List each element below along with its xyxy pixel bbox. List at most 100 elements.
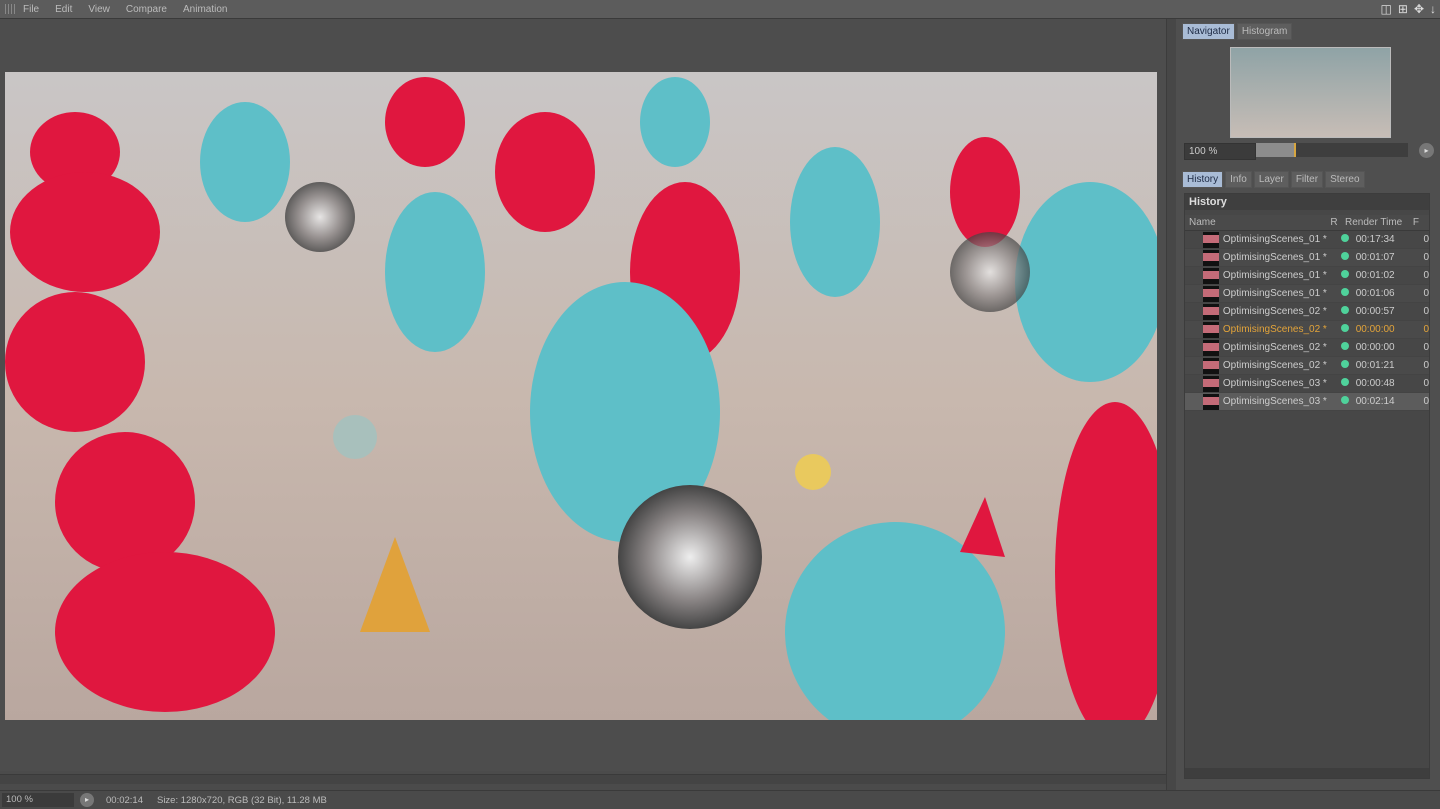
tab-stereo[interactable]: Stereo: [1325, 171, 1365, 188]
render-status-icon: [1338, 324, 1352, 335]
history-panel: History Name R Render Time F OptimisingS…: [1184, 193, 1430, 779]
col-r[interactable]: R: [1327, 217, 1341, 228]
status-zoom-value: 100 %: [6, 794, 33, 805]
menu-compare[interactable]: Compare: [126, 4, 167, 15]
row-frame: 0: [1423, 234, 1430, 245]
row-render-time: 00:00:00: [1355, 324, 1395, 335]
navigator-zoom-slider[interactable]: [1256, 143, 1408, 157]
new-window-icon[interactable]: ⊞: [1398, 2, 1408, 16]
side-panel: Navigator Histogram 100 % ▸ History Info…: [1176, 19, 1440, 790]
row-frame: 0: [1423, 342, 1430, 353]
history-row[interactable]: OptimisingScenes_03 * 00:00:48 0: [1185, 375, 1429, 393]
row-render-time: 00:17:34: [1355, 234, 1395, 245]
history-scrollbar[interactable]: [1185, 768, 1429, 778]
tab-histogram[interactable]: Histogram: [1236, 23, 1293, 40]
tab-navigator[interactable]: Navigator: [1182, 23, 1235, 40]
render-status-icon: [1338, 306, 1352, 317]
render-thumbnail: [1203, 357, 1219, 374]
row-render-time: 00:00:00: [1355, 342, 1395, 353]
history-row[interactable]: OptimisingScenes_02 * 00:00:00 0: [1185, 321, 1429, 339]
row-name: OptimisingScenes_02 *: [1222, 324, 1327, 335]
render-thumbnail: [1203, 249, 1219, 266]
row-frame: 0: [1423, 288, 1430, 299]
row-name: OptimisingScenes_02 *: [1222, 342, 1327, 353]
grip-icon[interactable]: [5, 4, 15, 14]
col-render-time[interactable]: Render Time: [1341, 217, 1405, 228]
row-frame: 0: [1423, 360, 1430, 371]
row-render-time: 00:01:07: [1355, 252, 1395, 263]
status-bar: 100 % ▸ 00:02:14 Size: 1280x720, RGB (32…: [0, 790, 1440, 809]
history-row[interactable]: OptimisingScenes_02 * 00:00:57 0: [1185, 303, 1429, 321]
row-render-time: 00:01:06: [1355, 288, 1395, 299]
render-thumbnail: [1203, 393, 1219, 410]
render-status-icon: [1338, 234, 1352, 245]
render-status-icon: [1338, 270, 1352, 281]
tab-filter[interactable]: Filter: [1290, 171, 1324, 188]
tab-layer[interactable]: Layer: [1253, 171, 1289, 188]
status-zoom-field[interactable]: 100 %: [2, 793, 74, 807]
row-frame: 0: [1423, 324, 1430, 335]
history-row[interactable]: OptimisingScenes_01 * 00:01:02 0: [1185, 267, 1429, 285]
navigator-zoom-field[interactable]: 100 %: [1184, 143, 1256, 160]
render-status-icon: [1338, 252, 1352, 263]
render-status-icon: [1338, 360, 1352, 371]
col-name[interactable]: Name: [1185, 217, 1327, 228]
menu-file[interactable]: File: [23, 4, 39, 15]
rendered-image: [5, 72, 1157, 720]
status-time: 00:02:14: [106, 794, 143, 806]
history-row[interactable]: OptimisingScenes_01 * 00:01:07 0: [1185, 249, 1429, 267]
row-render-time: 00:01:21: [1355, 360, 1395, 371]
render-thumbnail: [1203, 321, 1219, 338]
render-thumbnail: [1203, 303, 1219, 320]
render-thumbnail: [1203, 285, 1219, 302]
history-row[interactable]: OptimisingScenes_02 * 00:01:21 0: [1185, 357, 1429, 375]
row-frame: 0: [1423, 378, 1430, 389]
menu-edit[interactable]: Edit: [55, 4, 72, 15]
row-frame: 0: [1423, 270, 1430, 281]
viewer-horizontal-scrollbar[interactable]: [0, 774, 1166, 784]
row-frame: 0: [1423, 306, 1430, 317]
row-name: OptimisingScenes_01 *: [1222, 270, 1327, 281]
col-f[interactable]: F: [1405, 217, 1419, 228]
render-status-icon: [1338, 288, 1352, 299]
render-thumbnail: [1203, 267, 1219, 284]
row-name: OptimisingScenes_02 *: [1222, 306, 1327, 317]
panel-splitter[interactable]: [1166, 19, 1176, 790]
navigator-zoom-value: 100 %: [1189, 146, 1218, 157]
render-status-icon: [1338, 396, 1352, 407]
history-title: History: [1185, 194, 1429, 210]
history-row[interactable]: OptimisingScenes_03 * 00:02:14 0: [1185, 393, 1429, 411]
render-thumbnail: [1203, 231, 1219, 248]
row-frame: 0: [1423, 396, 1430, 407]
history-row[interactable]: OptimisingScenes_01 * 00:17:34 0: [1185, 231, 1429, 249]
status-info: Size: 1280x720, RGB (32 Bit), 11.28 MB: [156, 794, 327, 806]
split-view-icon[interactable]: ◫: [1381, 2, 1392, 16]
row-render-time: 00:02:14: [1355, 396, 1395, 407]
render-thumbnail: [1203, 339, 1219, 356]
row-name: OptimisingScenes_02 *: [1222, 360, 1327, 371]
row-frame: 0: [1423, 252, 1430, 263]
history-header: Name R Render Time F: [1185, 215, 1429, 231]
play-icon[interactable]: ▸: [80, 793, 94, 807]
play-icon[interactable]: ▸: [1419, 143, 1434, 158]
row-name: OptimisingScenes_03 *: [1222, 378, 1327, 389]
navigator-thumbnail[interactable]: [1230, 47, 1391, 138]
row-name: OptimisingScenes_01 *: [1222, 288, 1327, 299]
render-status-icon: [1338, 378, 1352, 389]
row-name: OptimisingScenes_01 *: [1222, 234, 1327, 245]
row-render-time: 00:01:02: [1355, 270, 1395, 281]
tab-history[interactable]: History: [1182, 171, 1224, 188]
download-icon[interactable]: ↓: [1430, 2, 1436, 16]
history-row[interactable]: OptimisingScenes_02 * 00:00:00 0: [1185, 339, 1429, 357]
history-row[interactable]: OptimisingScenes_01 * 00:01:06 0: [1185, 285, 1429, 303]
tab-info[interactable]: Info: [1225, 171, 1252, 188]
row-render-time: 00:00:57: [1355, 306, 1395, 317]
menu-view[interactable]: View: [88, 4, 110, 15]
menu-animation[interactable]: Animation: [183, 4, 227, 15]
menu-bar: File Edit View Compare Animation ◫ ⊞ ✥ ↓: [0, 0, 1440, 19]
render-thumbnail: [1203, 375, 1219, 392]
move-icon[interactable]: ✥: [1414, 2, 1424, 16]
render-status-icon: [1338, 342, 1352, 353]
row-name: OptimisingScenes_01 *: [1222, 252, 1327, 263]
row-name: OptimisingScenes_03 *: [1222, 396, 1327, 407]
